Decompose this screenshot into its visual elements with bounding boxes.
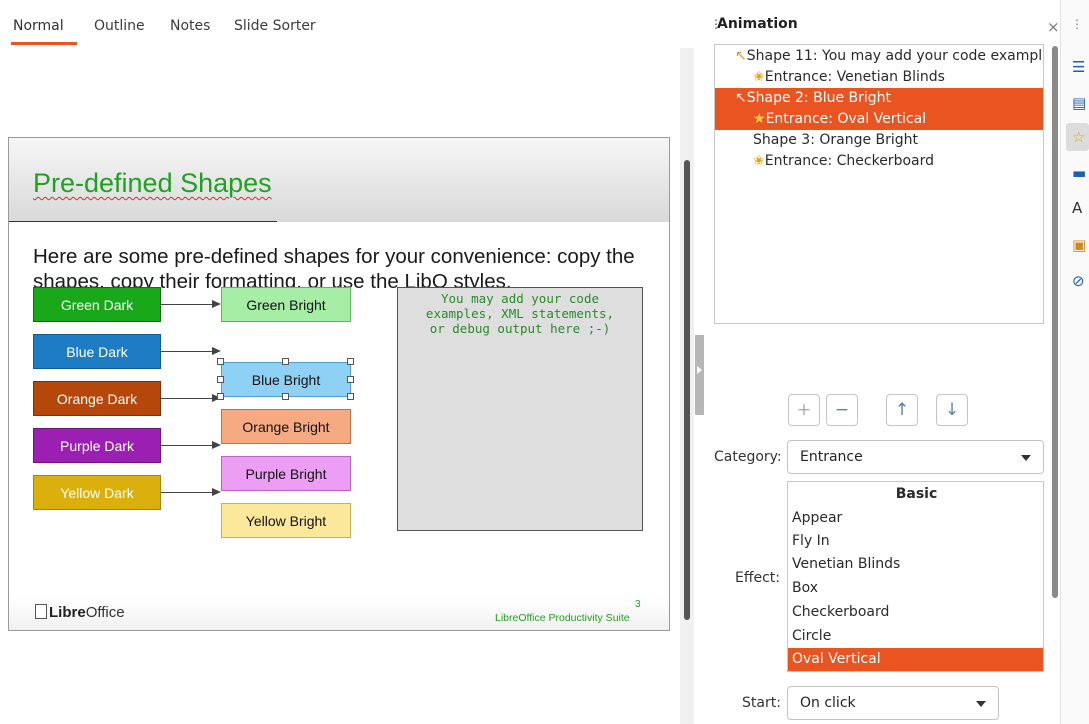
connector-purple-arrowhead: [212, 441, 221, 449]
selection-handle[interactable]: [347, 358, 354, 365]
list-item[interactable]: ✬Entrance: Checkerboard: [715, 151, 1043, 172]
selection-handle[interactable]: [217, 376, 224, 383]
start-value: On click: [800, 695, 856, 711]
remove-effect-button[interactable]: −: [826, 394, 858, 426]
tab-outline[interactable]: Outline: [94, 18, 145, 34]
shape-green-bright[interactable]: Green Bright: [221, 287, 351, 322]
canvas-scrollbar-thumb[interactable]: [684, 160, 690, 620]
connector-yellow[interactable]: [161, 492, 213, 493]
document-icon: [35, 604, 47, 619]
list-item[interactable]: Shape 3: Orange Bright: [715, 130, 1043, 151]
selection-handle[interactable]: [217, 358, 224, 365]
slide[interactable]: Pre-defined Shapes Here are some pre-def…: [8, 137, 670, 631]
category-label: Category:: [714, 449, 782, 465]
animation-icon[interactable]: ☆: [1072, 128, 1089, 146]
add-effect-button[interactable]: +: [788, 394, 820, 426]
connector-blue-arrowhead: [212, 347, 221, 355]
chevron-down-icon: [976, 701, 986, 707]
shape-purple-dark[interactable]: Purple Dark: [33, 428, 161, 463]
tab-slide-sorter[interactable]: Slide Sorter: [234, 18, 316, 34]
shape-green-dark[interactable]: Green Dark: [33, 287, 161, 322]
sidebar-collapse-handle[interactable]: [695, 335, 704, 415]
slide-footer-text: LibreOffice Productivity Suite: [495, 612, 630, 624]
connector-green[interactable]: [161, 304, 213, 305]
shape-yellow-dark[interactable]: Yellow Dark: [33, 475, 161, 510]
code-example-box[interactable]: You may add your code examples, XML stat…: [397, 287, 643, 531]
selection-handle[interactable]: [282, 358, 289, 365]
star-icon: ★: [753, 111, 766, 127]
navigator-icon[interactable]: ⊘: [1072, 272, 1089, 290]
list-item[interactable]: ↖Shape 11: You may add your code example…: [715, 46, 1043, 67]
list-item[interactable]: Checkerboard: [788, 601, 1043, 624]
star-icon: ✬: [753, 69, 765, 85]
cursor-icon: ↖: [735, 90, 747, 106]
list-item[interactable]: ✬Entrance: Venetian Blinds: [715, 67, 1043, 88]
effect-group-heading: Basic: [895, 486, 938, 502]
connector-blue[interactable]: [161, 351, 213, 352]
styles-icon[interactable]: A: [1072, 199, 1089, 217]
list-item[interactable]: Appear: [788, 507, 1043, 530]
move-down-button[interactable]: ↓: [936, 394, 968, 426]
list-item[interactable]: Venetian Blinds: [788, 553, 1043, 576]
shape-orange-dark[interactable]: Orange Dark: [33, 381, 161, 416]
slide-number: 3: [635, 599, 641, 610]
logo-libre: Libre: [49, 604, 86, 621]
tab-notes[interactable]: Notes: [170, 18, 210, 34]
sidebar-title: Animation: [717, 16, 798, 32]
selection-handle[interactable]: [282, 393, 289, 400]
shape-orange-bright[interactable]: Orange Bright: [221, 409, 351, 444]
animation-list[interactable]: ↖Shape 11: You may add your code example…: [714, 44, 1044, 324]
title-divider: [9, 221, 277, 222]
tab-normal[interactable]: Normal: [13, 18, 64, 34]
list-item[interactable]: Box: [788, 577, 1043, 600]
slide-title[interactable]: Pre-defined Shapes: [33, 168, 272, 199]
close-icon[interactable]: ×: [1047, 18, 1060, 36]
logo-office: Office: [85, 604, 125, 621]
collapse-arrow-icon: [697, 366, 702, 374]
category-value: Entrance: [800, 449, 863, 465]
master-slides-icon[interactable]: ▬: [1072, 164, 1089, 182]
slide-transition-icon[interactable]: ▤: [1072, 94, 1089, 112]
connector-purple[interactable]: [161, 445, 213, 446]
star-icon: ✬: [753, 153, 765, 169]
connector-green-arrowhead: [212, 300, 221, 308]
shape-purple-bright[interactable]: Purple Bright: [221, 456, 351, 491]
deck-grip-icon[interactable]: ⋮: [1071, 17, 1083, 31]
connector-yellow-arrowhead: [212, 488, 221, 496]
list-item[interactable]: Fly In: [788, 530, 1043, 553]
view-tab-bar: Normal Outline Notes Slide Sorter: [0, 0, 680, 48]
active-tab-indicator: [11, 42, 77, 45]
start-label: Start:: [742, 695, 781, 711]
list-item[interactable]: Oval Vertical: [788, 648, 1043, 671]
move-up-button[interactable]: ↑: [886, 394, 918, 426]
chevron-down-icon: [1021, 455, 1031, 461]
list-item[interactable]: ↖Shape 2: Blue Bright: [715, 88, 1043, 109]
start-dropdown[interactable]: On click: [787, 686, 999, 720]
connector-orange[interactable]: [161, 398, 213, 399]
category-dropdown[interactable]: Entrance: [787, 440, 1044, 474]
effect-list[interactable]: Basic Appear Fly In Venetian Blinds Box …: [787, 481, 1044, 672]
gallery-icon[interactable]: ▣: [1072, 236, 1089, 254]
list-item[interactable]: Circle: [788, 625, 1043, 648]
sidebar-scrollbar[interactable]: [1052, 46, 1058, 598]
libreoffice-logo: LibreOffice: [35, 604, 125, 621]
shape-yellow-bright[interactable]: Yellow Bright: [221, 503, 351, 538]
selection-handle[interactable]: [217, 393, 224, 400]
selection-handle[interactable]: [347, 376, 354, 383]
properties-icon[interactable]: ☰: [1072, 58, 1089, 76]
effect-label: Effect:: [735, 570, 781, 586]
shape-blue-dark[interactable]: Blue Dark: [33, 334, 161, 369]
list-item[interactable]: ★Entrance: Oval Vertical: [715, 109, 1043, 130]
shape-blue-bright[interactable]: Blue Bright: [221, 362, 351, 397]
selection-handle[interactable]: [347, 393, 354, 400]
cursor-icon: ↖: [735, 48, 747, 64]
